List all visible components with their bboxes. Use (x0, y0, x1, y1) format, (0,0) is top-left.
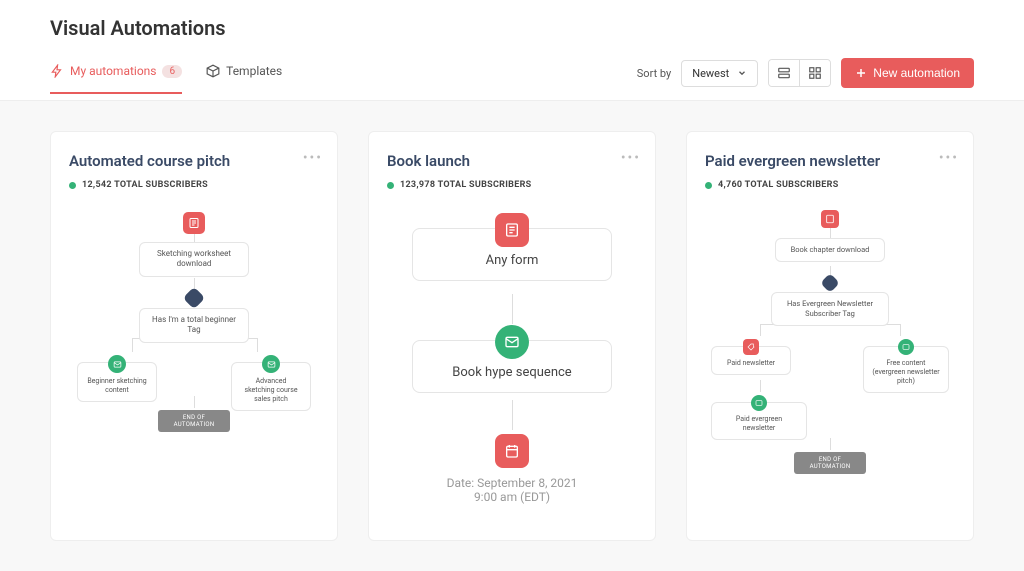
cards-container: ••• Automated course pitch 12,542 TOTAL … (0, 101, 1024, 571)
card-status: 12,542 TOTAL SUBSCRIBERS (69, 180, 319, 190)
subscriber-count: 4,760 TOTAL SUBSCRIBERS (718, 180, 839, 190)
sort-label: Sort by (637, 67, 671, 80)
entry-node: Any form (412, 228, 612, 281)
end-node: END OF AUTOMATION (794, 452, 866, 474)
entry-node: Sketching worksheet download (139, 242, 249, 277)
sort-select[interactable]: Newest (681, 60, 758, 87)
toolbar: My automations 6 Templates Sort by Newes… (50, 58, 974, 100)
tab-label: Templates (226, 64, 282, 78)
form-icon (495, 213, 529, 247)
email-icon (262, 355, 280, 373)
card-status: 4,760 TOTAL SUBSCRIBERS (705, 180, 955, 190)
subscriber-count: 12,542 TOTAL SUBSCRIBERS (82, 180, 208, 190)
automation-card[interactable]: ••• Book launch 123,978 TOTAL SUBSCRIBER… (368, 131, 656, 541)
email-icon (751, 395, 767, 411)
email-icon (495, 325, 529, 359)
tab-count-badge: 6 (162, 65, 182, 78)
card-status: 123,978 TOTAL SUBSCRIBERS (387, 180, 637, 190)
card-title: Paid evergreen newsletter (705, 152, 955, 170)
branch-node-left: Beginner sketching content (77, 362, 157, 402)
email-icon (108, 355, 126, 373)
card-menu-button[interactable]: ••• (939, 150, 959, 166)
condition-node: Has I'm a total beginner Tag (139, 308, 249, 343)
automation-diagram: Any form Book hype sequence Date: Septem… (387, 208, 637, 508)
email-icon (898, 339, 914, 355)
card-title: Book launch (387, 152, 637, 170)
list-icon (777, 66, 791, 80)
branch-node-left: Paid newsletter (711, 346, 791, 375)
tab-label: My automations (70, 64, 156, 78)
list-view-button[interactable] (769, 60, 799, 86)
next-node: Paid evergreen newsletter (711, 402, 807, 440)
card-menu-button[interactable]: ••• (621, 150, 641, 166)
grid-icon (808, 66, 822, 80)
automation-diagram: Book chapter download Has Evergreen News… (705, 208, 955, 508)
sort-selected: Newest (692, 67, 729, 80)
status-dot-icon (387, 182, 394, 189)
automation-card[interactable]: ••• Paid evergreen newsletter 4,760 TOTA… (686, 131, 974, 541)
grid-view-button[interactable] (799, 60, 830, 86)
automation-card[interactable]: ••• Automated course pitch 12,542 TOTAL … (50, 131, 338, 541)
page-title: Visual Automations (50, 16, 974, 40)
card-title: Automated course pitch (69, 152, 319, 170)
card-menu-button[interactable]: ••• (303, 150, 323, 166)
chevron-down-icon (737, 68, 747, 78)
tab-my-automations[interactable]: My automations 6 (50, 64, 182, 94)
calendar-icon (495, 434, 529, 468)
status-dot-icon (705, 182, 712, 189)
branch-node-right: Free content (evergreen newsletter pitch… (863, 346, 949, 393)
condition-icon (820, 273, 840, 293)
status-dot-icon (69, 182, 76, 189)
form-icon (821, 210, 839, 228)
automation-diagram: Sketching worksheet download Has I'm a t… (69, 208, 319, 508)
new-automation-button[interactable]: New automation (841, 58, 974, 88)
plus-icon (855, 67, 867, 79)
right-controls: Sort by Newest New automation (637, 58, 974, 100)
cube-icon (206, 64, 220, 78)
tab-templates[interactable]: Templates (206, 64, 282, 94)
new-button-label: New automation (873, 66, 960, 80)
condition-node: Has Evergreen Newsletter Subscriber Tag (771, 292, 889, 326)
entry-node: Book chapter download (775, 238, 885, 262)
bolt-icon (50, 64, 64, 78)
tabs: My automations 6 Templates (50, 64, 282, 94)
sequence-node: Book hype sequence (412, 340, 612, 393)
branch-node-right: Advanced sketching course sales pitch (231, 362, 311, 411)
condition-icon (183, 287, 206, 310)
view-toggle (768, 59, 831, 87)
subscriber-count: 123,978 TOTAL SUBSCRIBERS (400, 180, 531, 190)
end-node: END OF AUTOMATION (158, 410, 230, 432)
form-icon (183, 212, 205, 234)
date-node: Date: September 8, 2021 9:00 am (EDT) (412, 476, 612, 504)
tag-icon (743, 339, 759, 355)
